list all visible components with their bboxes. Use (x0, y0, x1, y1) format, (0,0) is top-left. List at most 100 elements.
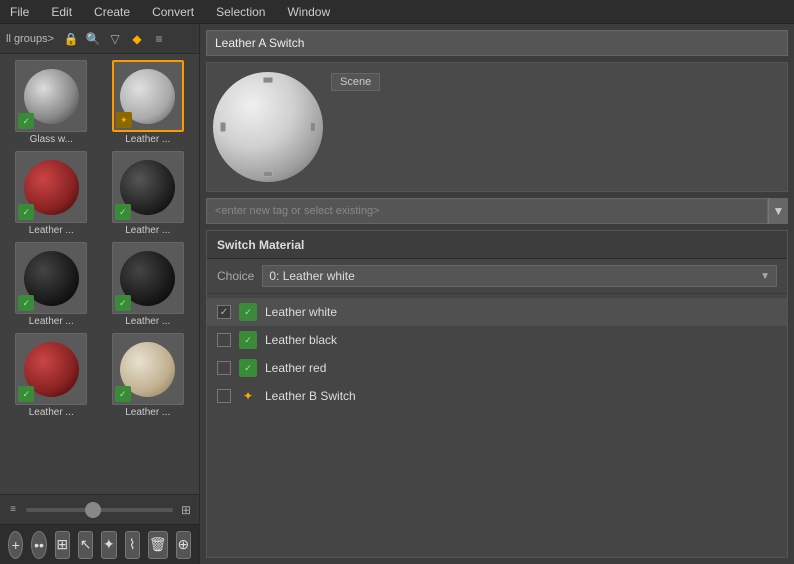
scene-tag[interactable]: Scene (331, 73, 380, 91)
lines-icon[interactable]: ≡ (4, 501, 22, 519)
choice-value: 0: Leather white (269, 269, 354, 283)
list-item[interactable]: ✦ Leather B Switch (207, 382, 787, 410)
mat-thumbnail: ✓ (15, 333, 87, 405)
badge-green: ✓ (18, 386, 34, 402)
clasp-top (263, 77, 273, 83)
mat-thumbnail: ✓ (112, 333, 184, 405)
clasp-right (310, 122, 316, 132)
list-item[interactable]: ✦ Leather ... (101, 58, 196, 147)
mat-label: Glass w... (11, 134, 91, 145)
left-panel: ll groups> 🔒 🔍 ▽ ◆ ≡ ✓ Glass w... ✦ (0, 24, 200, 564)
list-item[interactable]: ✓ ✓ Leather white (207, 298, 787, 326)
mat-thumbnail: ✓ (15, 151, 87, 223)
filter-icon[interactable]: ▽ (106, 30, 124, 48)
mat-row-label: Leather red (265, 361, 326, 375)
grid-view-icon[interactable]: ⊞ (177, 501, 195, 519)
left-toolbar: ll groups> 🔒 🔍 ▽ ◆ ≡ (0, 24, 199, 54)
list-item[interactable]: ✓ Leather ... (101, 331, 196, 420)
badge-green: ✓ (115, 295, 131, 311)
list-icon[interactable]: ≡ (150, 30, 168, 48)
large-sphere-preview (213, 72, 323, 182)
checkbox[interactable] (217, 389, 231, 403)
switch-panel-title: Switch Material (217, 238, 304, 252)
search-icon[interactable]: 🔍 (84, 30, 102, 48)
grid-button[interactable]: ⊞ (55, 531, 70, 559)
badge-orange: ✦ (116, 112, 132, 128)
menu-convert[interactable]: Convert (148, 3, 198, 21)
groups-label: ll groups> (6, 33, 54, 45)
preview-area: Scene (206, 62, 788, 192)
list-item[interactable]: ✓ Leather ... (4, 149, 99, 238)
list-item[interactable]: ✓ Leather ... (4, 240, 99, 329)
menu-file[interactable]: File (6, 3, 33, 21)
checkbox[interactable] (217, 333, 231, 347)
size-slider-track[interactable] (26, 508, 173, 512)
material-grid: ✓ Glass w... ✦ Leather ... ✓ Leather ... (0, 54, 199, 494)
list-item[interactable]: ✓ Leather ... (4, 331, 99, 420)
list-item[interactable]: ✓ Leather red (207, 354, 787, 382)
menu-selection[interactable]: Selection (212, 3, 269, 21)
checkbox[interactable] (217, 361, 231, 375)
checkbox[interactable]: ✓ (217, 305, 231, 319)
mat-row-label: Leather white (265, 305, 337, 319)
mat-label: Leather ... (11, 407, 91, 418)
tag-placeholder: <enter new tag or select existing> (215, 205, 379, 217)
add-button[interactable]: + (8, 531, 23, 559)
bottom-toolbar: + •• ⊞ ↖ ✦ ⌇ 🗑 ⊕ (0, 524, 199, 564)
list-item[interactable]: ✓ Leather ... (101, 240, 196, 329)
choice-select[interactable]: 0: Leather white ▼ (262, 265, 777, 287)
lock-icon[interactable]: 🔒 (62, 30, 80, 48)
mat-row-label: Leather black (265, 333, 337, 347)
paint-button[interactable]: ✦ (101, 531, 116, 559)
brush-button[interactable]: ⌇ (125, 531, 140, 559)
badge-green: ✓ (115, 204, 131, 220)
material-name: Leather A Switch (215, 36, 304, 50)
material-name-bar: Leather A Switch (206, 30, 788, 56)
nodes-button[interactable]: ⊕ (176, 531, 191, 559)
tag-dropdown-button[interactable]: ▼ (768, 198, 788, 224)
tag-input-row: <enter new tag or select existing> ▼ (206, 198, 788, 224)
main-layout: ll groups> 🔒 🔍 ▽ ◆ ≡ ✓ Glass w... ✦ (0, 24, 794, 564)
clasp-left (220, 122, 226, 132)
mat-thumbnail: ✓ (15, 242, 87, 314)
check-mark: ✓ (220, 307, 228, 318)
mat-label: Leather ... (11, 225, 91, 236)
mat-type-icon: ✓ (239, 331, 257, 349)
mat-thumbnail: ✓ (112, 151, 184, 223)
badge-green: ✓ (115, 386, 131, 402)
dots-button[interactable]: •• (31, 531, 46, 559)
switch-panel-header: Switch Material (207, 231, 787, 259)
mat-label: Leather ... (108, 134, 188, 145)
mat-thumbnail: ✓ (15, 60, 87, 132)
folder-icon[interactable]: ◆ (128, 30, 146, 48)
choice-label: Choice (217, 269, 254, 283)
mat-thumbnail: ✦ (112, 60, 184, 132)
list-item[interactable]: ✓ Glass w... (4, 58, 99, 147)
menu-window[interactable]: Window (283, 3, 334, 21)
menu-create[interactable]: Create (90, 3, 134, 21)
right-panel: Leather A Switch Scene <enter new tag or… (200, 24, 794, 564)
mat-thumbnail: ✓ (112, 242, 184, 314)
badge-green: ✓ (18, 113, 34, 129)
cursor-button[interactable]: ↖ (78, 531, 93, 559)
list-item[interactable]: ✓ Leather black (207, 326, 787, 354)
mat-type-icon: ✦ (239, 387, 257, 405)
mat-type-icon: ✓ (239, 303, 257, 321)
size-slider-thumb[interactable] (85, 502, 101, 518)
mat-label: Leather ... (11, 316, 91, 327)
tag-input[interactable]: <enter new tag or select existing> (206, 198, 768, 224)
material-switch-list: ✓ ✓ Leather white ✓ Leather black ✓ Leat… (207, 294, 787, 557)
clasp-bottom (263, 171, 273, 177)
slider-area: ≡ ⊞ (0, 494, 199, 524)
menubar: File Edit Create Convert Selection Windo… (0, 0, 794, 24)
mat-label: Leather ... (108, 407, 188, 418)
list-item[interactable]: ✓ Leather ... (101, 149, 196, 238)
delete-button[interactable]: 🗑 (148, 531, 168, 559)
menu-edit[interactable]: Edit (47, 3, 76, 21)
mat-type-icon: ✓ (239, 359, 257, 377)
choice-row: Choice 0: Leather white ▼ (207, 259, 787, 294)
switch-material-panel: Switch Material Choice 0: Leather white … (206, 230, 788, 558)
badge-green: ✓ (18, 295, 34, 311)
mat-label: Leather ... (108, 225, 188, 236)
badge-green: ✓ (18, 204, 34, 220)
